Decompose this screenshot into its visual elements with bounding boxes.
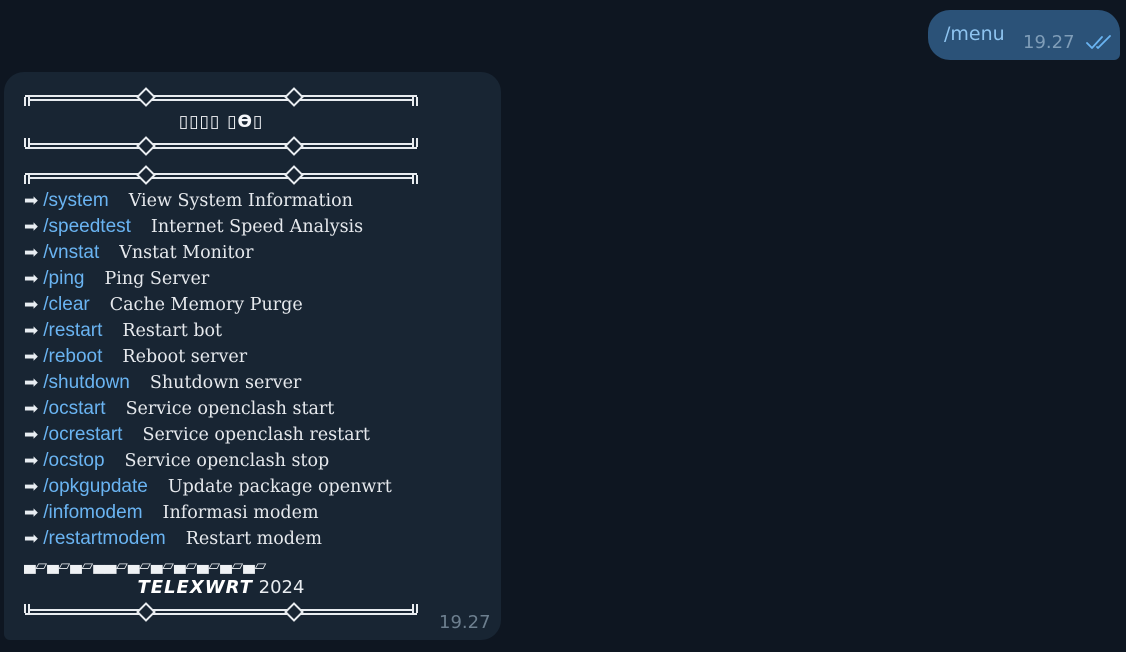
command-link-vnstat[interactable]: /vnstat [43,242,99,263]
command-row-restartmodem: ➡/restartmodem Restart modem [24,526,322,552]
arrow-right-icon: ➡ [24,269,39,289]
command-link-clear[interactable]: /clear [43,294,89,315]
footer-signature: TELEXWRT 2024 [24,577,418,603]
arrow-right-icon: ➡ [24,243,39,263]
ornament-title-bottom-frame [24,136,418,156]
command-link-infomodem[interactable]: /infomodem [43,502,142,523]
command-link-ocstop[interactable]: /ocstop [43,450,104,471]
command-link-restartmodem[interactable]: /restartmodem [43,528,165,549]
arrow-right-icon: ➡ [24,451,39,471]
command-link-ocrestart[interactable]: /ocrestart [43,424,122,445]
command-row-reboot: ➡/reboot Reboot server [24,344,247,370]
outgoing-message-bubble[interactable]: /menu 19.27 [928,10,1120,60]
command-row-ocstop: ➡/ocstop Service openclash stop [24,448,329,474]
command-link-restart[interactable]: /restart [43,320,102,341]
command-row-ocrestart: ➡/ocrestart Service openclash restart [24,422,370,448]
command-description: Update package openwrt [167,477,392,497]
arrow-right-icon: ➡ [24,217,39,237]
command-description: Restart modem [185,529,322,549]
command-link-opkgupdate[interactable]: /opkgupdate [43,476,148,497]
outgoing-message-time: 19.27 [1023,32,1075,53]
command-row-ocstart: ➡/ocstart Service openclash start [24,396,334,422]
command-description: Service openclash stop [124,451,330,471]
arrow-right-icon: ➡ [24,295,39,315]
command-row-shutdown: ➡/shutdown Shutdown server [24,370,301,396]
command-description: Ping Server [104,269,210,289]
arrow-right-icon: ➡ [24,347,39,367]
command-description: Internet Speed Analysis [150,217,364,237]
command-row-opkgupdate: ➡/opkgupdate Update package openwrt [24,474,392,500]
ornament-commands-top-frame [24,165,418,185]
command-link-shutdown[interactable]: /shutdown [43,372,130,393]
arrow-right-icon: ➡ [24,425,39,445]
command-row-infomodem: ➡/infomodem Informasi modem [24,500,319,526]
footer-year: 2024 [258,577,305,598]
command-link-ping[interactable]: /ping [43,268,84,289]
arrow-right-icon: ➡ [24,321,39,341]
arrow-right-icon: ➡ [24,503,39,523]
arrow-right-icon: ➡ [24,529,39,549]
ornament-bottom-frame [24,602,418,622]
decorative-block-strip: ▄▱▄▱▄▱▄▄▱▄▱▄▱▄▱▄▱▄▱▄▱ [24,556,267,574]
command-link-reboot[interactable]: /reboot [43,346,102,367]
command-link-ocstart[interactable]: /ocstart [43,398,105,419]
command-row-restart: ➡/restart Restart bot [24,318,222,344]
command-link-speedtest[interactable]: /speedtest [43,216,131,237]
command-description: Service openclash restart [142,425,370,445]
command-row-vnstat: ➡/vnstat Vnstat Monitor [24,240,253,266]
arrow-right-icon: ➡ [24,399,39,419]
command-row-clear: ➡/clear Cache Memory Purge [24,292,303,318]
command-row-speedtest: ➡/speedtest Internet Speed Analysis [24,214,363,240]
command-link-system[interactable]: /system [43,190,108,211]
command-description: Service openclash start [125,399,335,419]
ornament-top-frame [24,87,418,107]
arrow-right-icon: ➡ [24,373,39,393]
command-description: Shutdown server [149,373,302,393]
command-description: Vnstat Monitor [119,243,254,263]
outgoing-message-text: /menu [944,23,1005,45]
command-description: Reboot server [122,347,248,367]
command-row-ping: ➡/ping Ping Server [24,266,209,292]
command-description: Restart bot [122,321,223,341]
command-description: Cache Memory Purge [109,295,303,315]
brand-name: TELEXWRT [137,577,253,598]
command-description: View System Information [128,191,353,211]
incoming-message-time: 19.27 [439,612,491,633]
command-description: Informasi modem [162,503,319,523]
read-double-check-icon [1086,35,1111,49]
arrow-right-icon: ➡ [24,477,39,497]
arrow-right-icon: ➡ [24,191,39,211]
incoming-message-bubble[interactable]: ▯▯▯▯ ▯ϴ▯ ➡/system View System Information… [4,72,501,640]
command-row-system: ➡/system View System Information [24,188,353,214]
menu-title: ▯▯▯▯ ▯ϴ▯ [178,112,264,132]
